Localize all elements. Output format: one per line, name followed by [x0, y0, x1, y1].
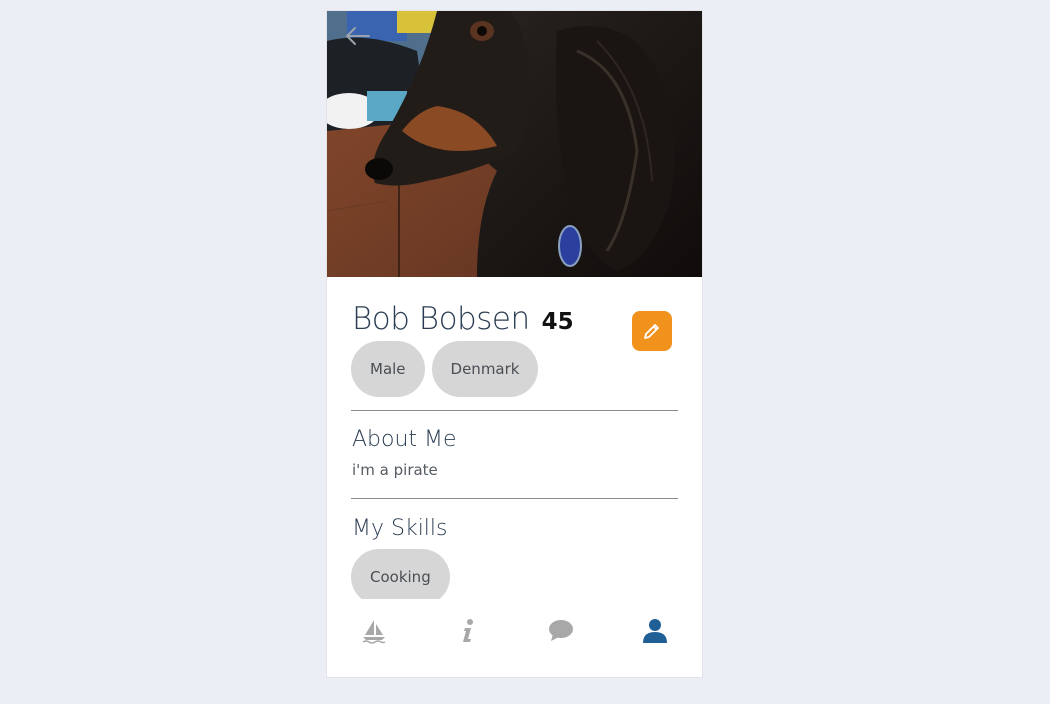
skills-title: My Skills — [352, 516, 448, 541]
about-title: About Me — [352, 427, 457, 452]
nav-item-home[interactable] — [327, 608, 421, 654]
nav-item-info[interactable] — [421, 608, 515, 654]
profile-screen: Bob Bobsen 45 Male Denmark About Me i'm … — [326, 10, 703, 678]
profile-tags: Male Denmark — [351, 341, 539, 397]
skills-list: Cooking — [327, 547, 702, 599]
skill-chip: Cooking — [351, 549, 450, 599]
sailboat-icon — [362, 620, 386, 644]
tag-chip: Male — [351, 341, 425, 397]
edit-profile-button[interactable] — [632, 311, 672, 351]
profile-age: 45 — [541, 309, 574, 335]
divider — [351, 498, 678, 499]
bottom-nav — [327, 608, 702, 654]
profile-photo — [327, 11, 702, 277]
tag-chip: Denmark — [431, 341, 539, 397]
pencil-icon — [644, 324, 659, 339]
back-button[interactable] — [341, 23, 375, 49]
nav-item-chat[interactable] — [515, 608, 609, 654]
about-text: i'm a pirate — [352, 461, 438, 479]
user-icon — [643, 619, 668, 643]
profile-name: Bob Bobsen — [352, 301, 530, 337]
divider — [351, 410, 678, 411]
info-icon — [462, 619, 473, 642]
nav-item-profile[interactable] — [608, 608, 702, 654]
profile-header: Bob Bobsen 45 — [352, 301, 574, 337]
chat-bubble-icon — [549, 620, 574, 641]
arrow-left-icon — [346, 27, 370, 45]
